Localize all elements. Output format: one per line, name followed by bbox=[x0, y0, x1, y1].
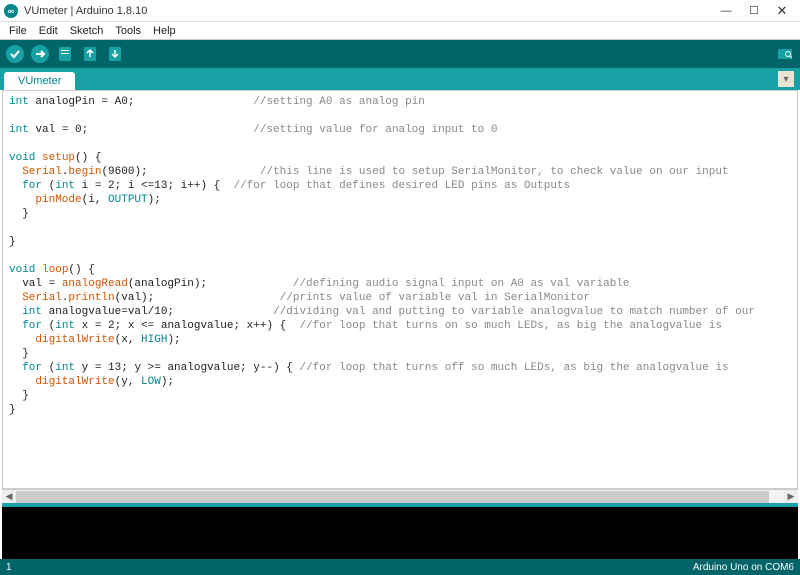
menu-sketch[interactable]: Sketch bbox=[65, 25, 109, 37]
code-editor[interactable]: int analogPin = A0; //setting A0 as anal… bbox=[2, 90, 798, 489]
minimize-button[interactable]: — bbox=[712, 2, 740, 20]
status-board: Arduino Uno on COM6 bbox=[693, 562, 794, 573]
statusbar: 1 Arduino Uno on COM6 bbox=[0, 559, 800, 575]
toolbar bbox=[0, 40, 800, 68]
app-icon: ∞ bbox=[4, 4, 18, 18]
scroll-track[interactable] bbox=[16, 491, 784, 503]
close-button[interactable]: ✕ bbox=[768, 2, 796, 20]
menu-tools[interactable]: Tools bbox=[110, 25, 146, 37]
scroll-left-icon[interactable]: ◀ bbox=[2, 491, 16, 503]
scroll-thumb[interactable] bbox=[16, 491, 769, 503]
tabbar: VUmeter ▾ bbox=[0, 68, 800, 90]
titlebar: ∞ VUmeter | Arduino 1.8.10 — ☐ ✕ bbox=[0, 0, 800, 22]
menu-edit[interactable]: Edit bbox=[34, 25, 63, 37]
menubar: File Edit Sketch Tools Help bbox=[0, 22, 800, 40]
tab-vumeter[interactable]: VUmeter bbox=[4, 72, 75, 90]
save-button[interactable] bbox=[104, 43, 126, 65]
upload-button[interactable] bbox=[29, 43, 51, 65]
serial-monitor-button[interactable] bbox=[774, 43, 796, 65]
window-controls: — ☐ ✕ bbox=[712, 2, 796, 20]
maximize-button[interactable]: ☐ bbox=[740, 2, 768, 20]
console-output[interactable] bbox=[2, 507, 798, 559]
menu-file[interactable]: File bbox=[4, 25, 32, 37]
new-button[interactable] bbox=[54, 43, 76, 65]
status-line: 1 bbox=[6, 562, 693, 573]
code-content: int analogPin = A0; //setting A0 as anal… bbox=[9, 95, 791, 417]
open-button[interactable] bbox=[79, 43, 101, 65]
horizontal-scrollbar[interactable]: ◀ ▶ bbox=[2, 489, 798, 503]
tab-menu-button[interactable]: ▾ bbox=[778, 71, 794, 87]
window-title: VUmeter | Arduino 1.8.10 bbox=[24, 5, 712, 17]
verify-button[interactable] bbox=[4, 43, 26, 65]
scroll-right-icon[interactable]: ▶ bbox=[784, 491, 798, 503]
menu-help[interactable]: Help bbox=[148, 25, 181, 37]
